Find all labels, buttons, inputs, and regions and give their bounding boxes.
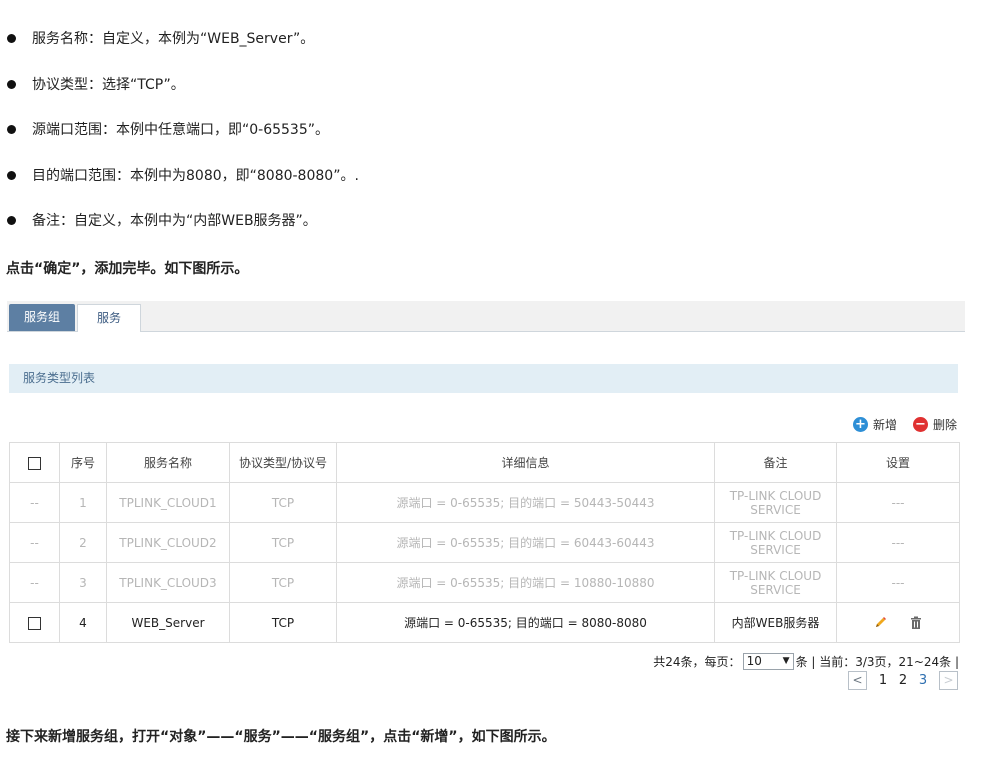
row-name: TPLINK_CLOUD3: [106, 562, 230, 603]
header-name: 服务名称: [106, 442, 230, 483]
bullet-item: 目的端口范围：本例中为8080，即“8080-8080”。.: [6, 163, 359, 187]
dropdown-arrow-icon: ▼: [782, 656, 790, 666]
row-no: 3: [59, 562, 107, 603]
row-note: 内部WEB服务器: [714, 602, 837, 643]
minus-circle-icon: −: [912, 416, 928, 432]
bullet-item: 协议类型：选择“TCP”。: [6, 72, 185, 96]
next-instruction: 接下来新增服务组，打开“对象”——“服务”——“服务组”，点击“新增”，如下图所…: [6, 729, 556, 745]
header-protocol: 协议类型/协议号: [229, 442, 337, 483]
bullet-item: 服务名称：自定义，本例为“WEB_Server”。: [6, 26, 314, 50]
row-check-placeholder: --: [9, 482, 60, 523]
prev-page-button[interactable]: <: [848, 671, 867, 690]
bullet-dot-icon: [7, 79, 16, 89]
row-check-cell: [9, 602, 60, 643]
row-note-line1: TP-LINK CLOUD: [729, 488, 822, 503]
row-detail: 源端口 = 0-65535; 目的端口 = 60443-60443: [336, 522, 715, 563]
bullet-text: 源端口范围：本例中任意端口，即“0-65535”。: [32, 122, 329, 138]
page-link-3[interactable]: 3: [913, 673, 933, 688]
pager-status: 条 | 当前：3/3页，21~24条 |: [795, 655, 959, 669]
header-note: 备注: [714, 442, 837, 483]
row-protocol: TCP: [229, 562, 337, 603]
row-name: TPLINK_CLOUD1: [106, 482, 230, 523]
next-page-button[interactable]: >: [939, 671, 958, 690]
bullet-text: 备注：自定义，本例中为“内部WEB服务器”。: [32, 213, 317, 229]
row-protocol: TCP: [229, 522, 337, 563]
row-note: TP-LINK CLOUD SERVICE: [714, 562, 837, 603]
row-note: TP-LINK CLOUD SERVICE: [714, 482, 837, 523]
row-note: TP-LINK CLOUD SERVICE: [714, 522, 837, 563]
table-row: 4 WEB_Server TCP 源端口 = 0-65535; 目的端口 = 8…: [9, 602, 960, 643]
header-detail: 详细信息: [336, 442, 715, 483]
plus-circle-icon: +: [852, 416, 868, 432]
row-detail: 源端口 = 0-65535; 目的端口 = 10880-10880: [336, 562, 715, 603]
row-detail: 源端口 = 0-65535; 目的端口 = 50443-50443: [336, 482, 715, 523]
row-no: 1: [59, 482, 107, 523]
row-protocol: TCP: [229, 602, 337, 643]
table-actions: + 新增 − 删除: [837, 416, 957, 432]
header-settings: 设置: [836, 442, 960, 483]
panel-title: 服务类型列表: [9, 364, 958, 393]
table-row: -- 1 TPLINK_CLOUD1 TCP 源端口 = 0-65535; 目的…: [9, 482, 960, 523]
delete-button[interactable]: − 删除: [912, 416, 957, 433]
pager-total: 共24条，每页：: [653, 655, 741, 669]
row-note-line2: SERVICE: [750, 502, 801, 517]
row-settings: ---: [836, 562, 960, 603]
pager-summary: 共24条，每页： 10 ▼ 条 | 当前：3/3页，21~24条 |: [653, 653, 959, 670]
select-all-checkbox[interactable]: [28, 456, 41, 470]
trash-icon[interactable]: [909, 616, 923, 630]
bullet-item: 源端口范围：本例中任意端口，即“0-65535”。: [6, 117, 329, 141]
add-button-label: 新增: [872, 417, 897, 432]
row-no: 4: [59, 602, 107, 643]
confirm-instruction: 点击“确定”，添加完毕。如下图所示。: [6, 261, 249, 277]
add-button[interactable]: + 新增: [852, 416, 897, 433]
service-table: 序号 服务名称 协议类型/协议号 详细信息 备注 设置 -- 1 TPLINK_…: [9, 442, 960, 643]
row-note-line2: SERVICE: [750, 542, 801, 557]
bullet-text: 协议类型：选择“TCP”。: [32, 77, 185, 93]
bullet-text: 服务名称：自定义，本例为“WEB_Server”。: [32, 31, 315, 47]
table-header-row: 序号 服务名称 协议类型/协议号 详细信息 备注 设置: [9, 442, 960, 483]
bullet-dot-icon: [7, 124, 16, 134]
table-row: -- 2 TPLINK_CLOUD2 TCP 源端口 = 0-65535; 目的…: [9, 522, 960, 563]
table-row: -- 3 TPLINK_CLOUD3 TCP 源端口 = 0-65535; 目的…: [9, 562, 960, 603]
row-check-placeholder: --: [9, 562, 60, 603]
row-settings: [836, 602, 960, 643]
row-note-line2: SERVICE: [750, 582, 801, 597]
row-note-line1: TP-LINK CLOUD: [729, 568, 822, 583]
header-no: 序号: [59, 442, 107, 483]
row-settings: ---: [836, 522, 960, 563]
row-checkbox[interactable]: [28, 616, 41, 630]
tab-service-group[interactable]: 服务组: [9, 304, 75, 331]
page-link-2[interactable]: 2: [893, 673, 913, 688]
edit-pencil-icon[interactable]: [873, 616, 887, 630]
bullet-item: 备注：自定义，本例中为“内部WEB服务器”。: [6, 208, 317, 232]
bullet-dot-icon: [7, 170, 16, 180]
bullet-dot-icon: [7, 215, 16, 225]
per-page-select[interactable]: 10 ▼: [742, 653, 794, 670]
bullet-text: 目的端口范围：本例中为8080，即“8080-8080”。.: [32, 168, 359, 184]
delete-button-label: 删除: [932, 417, 957, 432]
row-note-line1: TP-LINK CLOUD: [729, 528, 822, 543]
row-name: TPLINK_CLOUD2: [106, 522, 230, 563]
tab-service[interactable]: 服务: [77, 304, 141, 332]
row-settings: ---: [836, 482, 960, 523]
row-protocol: TCP: [229, 482, 337, 523]
pagination: < 1 2 3 >: [848, 671, 958, 690]
row-detail: 源端口 = 0-65535; 目的端口 = 8080-8080: [336, 602, 715, 643]
row-check-placeholder: --: [9, 522, 60, 563]
select-all-cell: [9, 442, 60, 483]
page-link-1[interactable]: 1: [873, 673, 893, 688]
per-page-value: 10: [746, 654, 762, 668]
tab-bar: 服务组 服务: [7, 301, 965, 332]
row-no: 2: [59, 522, 107, 563]
bullet-dot-icon: [7, 33, 16, 43]
row-name: WEB_Server: [106, 602, 230, 643]
